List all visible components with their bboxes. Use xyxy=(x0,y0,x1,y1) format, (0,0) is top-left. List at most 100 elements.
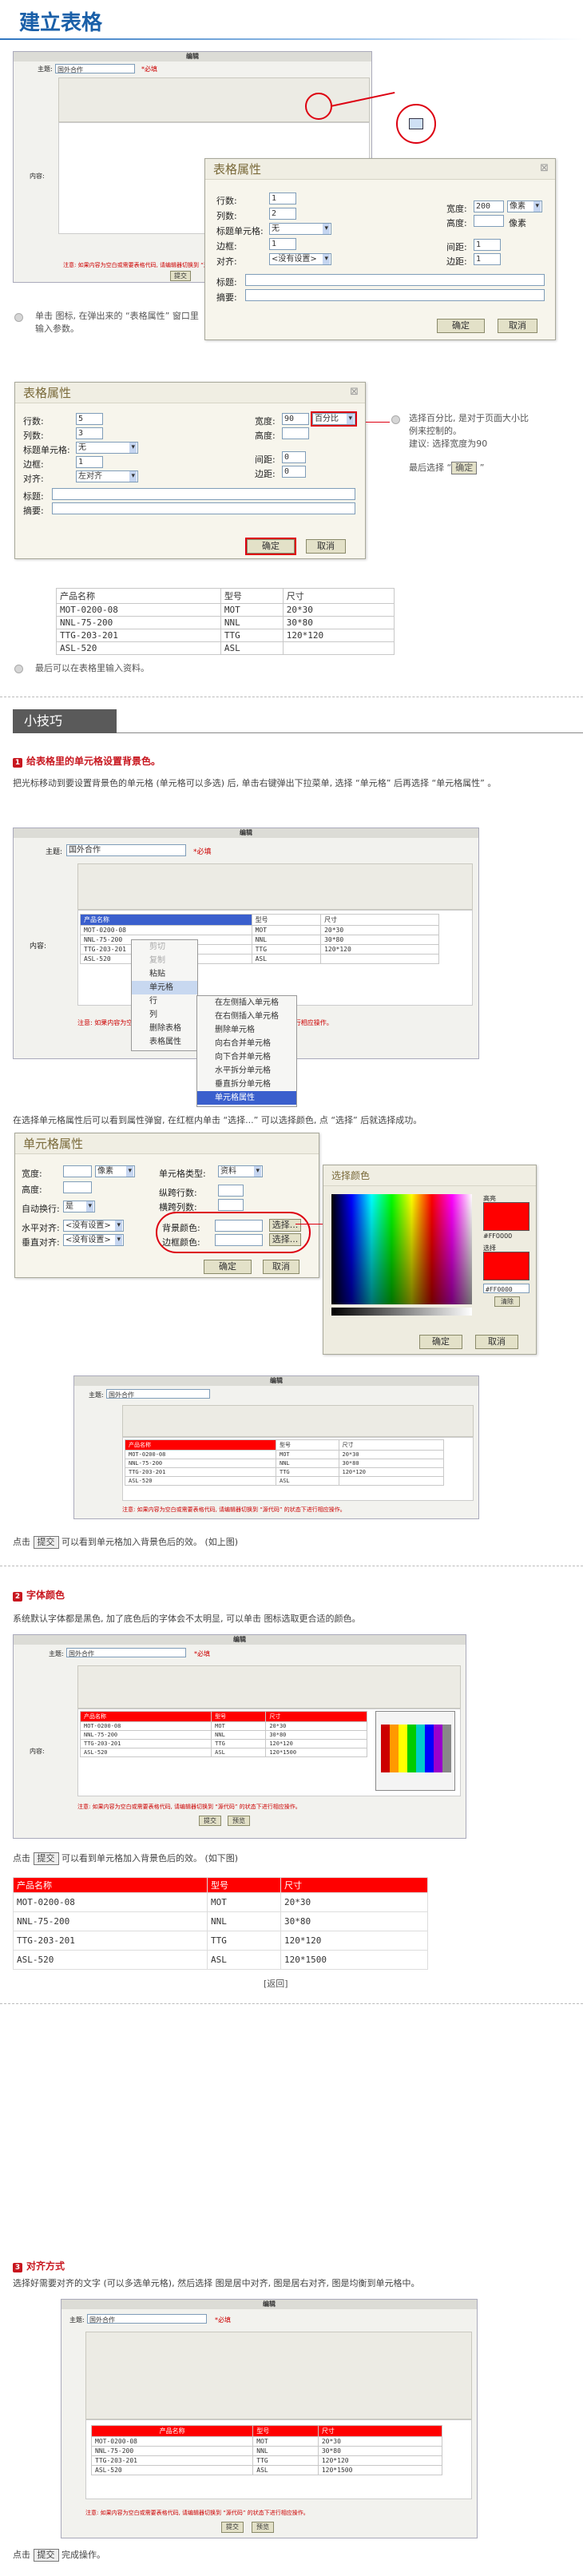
editor-toolbar[interactable] xyxy=(77,863,473,910)
table-cell[interactable]: 120*120 xyxy=(280,1931,428,1951)
wrap-select[interactable]: 是 xyxy=(63,1201,95,1213)
rows-input[interactable]: 5 xyxy=(76,413,103,425)
table-cell[interactable]: NNL-75-200 xyxy=(90,2446,254,2456)
border-input[interactable]: 1 xyxy=(269,238,296,250)
valign-select[interactable]: <没有设置> xyxy=(63,1234,124,1246)
table-cell[interactable]: TTG-203-201 xyxy=(125,1467,276,1477)
table-cell[interactable]: 20*30 xyxy=(338,1450,444,1459)
mini-table[interactable]: 产品名称 型号 尺寸 MOT-0200-08 MOT 20*30 NNL-75-200 N… xyxy=(79,1711,367,1757)
table-cell[interactable]: NNL xyxy=(252,2446,319,2456)
table-cell[interactable]: ASL-520 xyxy=(79,1748,212,1757)
colspan-input[interactable] xyxy=(218,1199,244,1211)
table-cell[interactable]: ASL xyxy=(252,2465,319,2475)
submenu-item[interactable]: 向右合并单元格 xyxy=(197,1037,296,1050)
table-cell[interactable]: MOT xyxy=(220,603,284,617)
mini-table[interactable]: 产品名称 型号 尺寸 MOT-0200-08 MOT 20*30 NNL-75-200 N… xyxy=(90,2425,443,2475)
gray-strip[interactable] xyxy=(331,1308,472,1316)
menu-item-delete-table[interactable]: 删除表格 xyxy=(132,1022,197,1035)
cellspacing-input[interactable]: 1 xyxy=(474,239,501,251)
table-cell[interactable]: MOT xyxy=(206,1892,282,1912)
halign-select[interactable]: <没有设置> xyxy=(63,1220,124,1232)
table-cell[interactable]: MOT-0200-08 xyxy=(90,2436,254,2447)
table-cell[interactable]: TTG xyxy=(252,2455,319,2466)
align-select[interactable]: <没有设置> xyxy=(269,253,331,265)
table-cell[interactable]: 30*80 xyxy=(282,616,395,629)
table-cell[interactable]: MOT xyxy=(251,925,322,935)
table-cell[interactable]: TTG-203-201 xyxy=(56,629,221,642)
menu-item-cut[interactable]: 剪切 xyxy=(132,940,197,954)
table-cell[interactable]: ASL-520 xyxy=(125,1476,276,1486)
close-icon[interactable]: ⊠ xyxy=(540,162,549,174)
table-cell[interactable]: TTG xyxy=(211,1739,267,1748)
summary-input[interactable] xyxy=(52,502,355,514)
submenu-item[interactable]: 在右侧插入单元格 xyxy=(197,1010,296,1023)
table-cell[interactable]: ASL xyxy=(220,641,284,655)
submit-button[interactable]: 提交 xyxy=(170,271,191,281)
ok-button[interactable]: 确定 xyxy=(245,538,296,555)
table-cell[interactable]: 20*30 xyxy=(265,1721,367,1731)
cellspacing-input[interactable]: 0 xyxy=(282,451,306,463)
caption-input[interactable] xyxy=(245,274,545,286)
submenu-item-cell-props[interactable]: 单元格属性 xyxy=(197,1091,296,1105)
table-cell[interactable]: TTG-203-201 xyxy=(90,2455,254,2466)
menu-item-copy[interactable]: 复制 xyxy=(132,954,197,967)
table-cell[interactable]: MOT-0200-08 xyxy=(125,1450,276,1459)
border-input[interactable]: 1 xyxy=(76,456,103,468)
table-cell[interactable]: TTG xyxy=(251,944,322,955)
table-cell[interactable]: NNL xyxy=(275,1459,339,1468)
table-cell[interactable]: 20*30 xyxy=(282,603,395,617)
menu-item-column[interactable]: 列 xyxy=(132,1008,197,1022)
table-cell[interactable]: 20*30 xyxy=(320,925,439,935)
table-cell[interactable]: TTG xyxy=(275,1467,339,1477)
close-icon[interactable]: ⊠ xyxy=(350,386,359,398)
table-cell[interactable]: 120*1500 xyxy=(317,2465,443,2475)
rowspan-input[interactable] xyxy=(218,1185,244,1197)
menu-item-paste[interactable]: 粘贴 xyxy=(132,967,197,981)
header-select[interactable]: 无 xyxy=(269,223,331,235)
topic-input[interactable]: 国外合作 xyxy=(106,1389,210,1399)
table-cell[interactable]: ASL-520 xyxy=(56,641,221,655)
table-cell[interactable]: NNL xyxy=(220,616,284,629)
table-cell[interactable]: TTG xyxy=(206,1931,282,1951)
table-cell[interactable]: TTG-203-201 xyxy=(79,1739,212,1748)
table-cell[interactable]: 20*30 xyxy=(280,1892,428,1912)
table-cell[interactable]: NNL xyxy=(206,1911,282,1931)
editor-toolbar[interactable] xyxy=(77,1665,461,1709)
ok-button[interactable]: 确定 xyxy=(419,1335,462,1349)
submenu-item[interactable]: 向下合并单元格 xyxy=(197,1050,296,1064)
table-cell[interactable] xyxy=(320,954,439,964)
header-select[interactable]: 无 xyxy=(76,442,138,454)
color-grid[interactable] xyxy=(331,1194,472,1304)
cancel-button[interactable]: 取消 xyxy=(475,1335,518,1349)
clear-button[interactable]: 清除 xyxy=(494,1296,520,1307)
table-cell[interactable] xyxy=(282,641,395,655)
ok-button[interactable]: 确定 xyxy=(204,1260,252,1274)
table-cell[interactable]: 120*120 xyxy=(320,944,439,955)
width-input[interactable]: 200 xyxy=(474,200,504,212)
menu-item-cell[interactable]: 单元格 xyxy=(132,981,197,994)
cellpadding-input[interactable]: 1 xyxy=(474,253,501,265)
table-cell[interactable]: MOT-0200-08 xyxy=(80,925,252,935)
table-cell[interactable]: MOT-0200-08 xyxy=(79,1721,212,1731)
editor-content-area[interactable]: 产品名称 型号 尺寸 MOT-0200-08 MOT 20*30 NNL-75-200 N… xyxy=(85,2419,472,2499)
table-cell[interactable]: 120*120 xyxy=(317,2455,443,2466)
submenu-item[interactable]: 在左侧插入单元格 xyxy=(197,996,296,1010)
selected-value-input[interactable]: #FF0000 xyxy=(483,1284,529,1293)
topic-input[interactable]: 国外合作 xyxy=(55,64,135,73)
height-input[interactable] xyxy=(474,215,504,227)
type-select[interactable]: 资料 xyxy=(218,1165,263,1177)
table-cell[interactable]: 120*1500 xyxy=(265,1748,367,1757)
table-cell[interactable]: NNL xyxy=(251,935,322,945)
table-cell[interactable]: TTG-203-201 xyxy=(13,1931,208,1951)
height-input[interactable] xyxy=(63,1181,92,1193)
table-cell[interactable]: NNL-75-200 xyxy=(79,1730,212,1740)
width-unit-select[interactable]: 像素 xyxy=(507,200,542,212)
return-link[interactable]: [返回] xyxy=(264,1978,288,1991)
table-cell[interactable]: ASL-520 xyxy=(90,2465,254,2475)
height-input[interactable] xyxy=(282,427,309,439)
editor-content-area[interactable]: 产品名称 型号 尺寸 MOT-0200-08 MOT 20*30 NNL-75-200 N… xyxy=(122,1437,474,1501)
width-unit-select[interactable]: 像素 xyxy=(95,1165,135,1177)
table-cell[interactable]: 120*120 xyxy=(265,1739,367,1748)
table-cell[interactable]: MOT xyxy=(252,2436,319,2447)
topic-input[interactable]: 国外合作 xyxy=(66,844,186,856)
